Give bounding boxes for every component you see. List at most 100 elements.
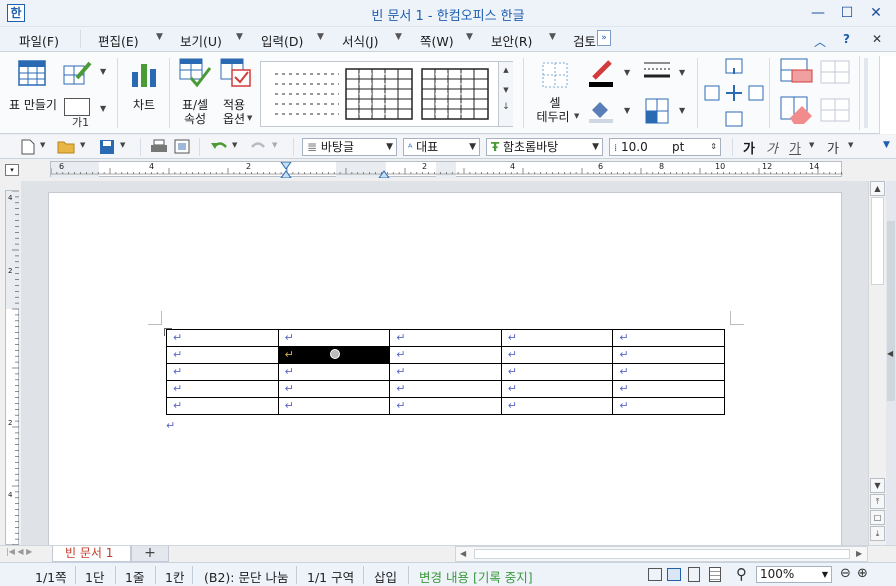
zoom-search-icon[interactable]: ⚲ <box>736 565 747 583</box>
menu-overflow-icon[interactable]: » <box>597 30 611 46</box>
prev-page-icon[interactable]: ⤒ <box>870 494 885 509</box>
outline-select[interactable]: ᴬ 대표 ▼ <box>403 138 480 156</box>
ruler-corner-icon[interactable]: ▾ <box>5 164 19 176</box>
scroll-right-icon[interactable]: ▶ <box>856 549 862 558</box>
scroll-thumb[interactable] <box>871 197 884 285</box>
minimize-icon[interactable]: — <box>804 3 832 23</box>
table-cell[interactable]: ↵ <box>612 397 725 415</box>
tab-scroll-left-icon[interactable]: |◀ ◀ ▶ <box>6 547 32 556</box>
chevron-down-icon[interactable]: ▼ <box>395 32 402 42</box>
document-tab[interactable]: 빈 문서 1 <box>52 546 131 562</box>
zoom-select[interactable]: 100% ▼ <box>756 566 832 583</box>
menu-file[interactable]: 파일(F) <box>19 31 59 50</box>
task-pane-edge[interactable]: ◀ <box>886 181 896 545</box>
menu-review[interactable]: 검토 <box>573 31 596 50</box>
table-cell[interactable]: ↵ <box>389 380 502 398</box>
table-cell[interactable]: ↵ <box>277 329 391 347</box>
scroll-down-icon[interactable]: ▼ <box>870 478 885 493</box>
vertical-scrollbar[interactable]: ▲ ▼ ⤒ □ ⤓ <box>868 181 885 545</box>
chevron-down-icon[interactable]: ▼ <box>317 32 324 42</box>
table-style-grid-2[interactable] <box>421 68 489 120</box>
table-cell[interactable]: ↵ <box>612 363 725 381</box>
status-page[interactable]: 1/1쪽 <box>35 567 67 586</box>
chevron-down-icon[interactable]: ▼ <box>236 32 243 42</box>
status-insert-mode[interactable]: 삽입 <box>374 567 397 586</box>
menu-edit[interactable]: 편집(E) <box>98 31 139 50</box>
font-size-input[interactable]: ⁞ 10.0 pt ⇕ <box>609 138 721 156</box>
menu-view[interactable]: 보기(U) <box>180 31 222 50</box>
style-select[interactable]: ≣ 바탕글 ▼ <box>302 138 397 156</box>
view-text-icon[interactable] <box>709 567 721 582</box>
table-cell[interactable]: ↵ <box>500 346 614 364</box>
table-cell[interactable]: ↵ <box>500 380 614 398</box>
table-cell[interactable]: ↵ <box>389 397 502 415</box>
table-cell[interactable]: ↵ <box>500 397 614 415</box>
chevron-down-icon[interactable]: ▼ <box>624 68 630 77</box>
chevron-down-icon[interactable]: ▼ <box>40 141 45 149</box>
zoom-out-icon[interactable]: ⊖ <box>840 566 851 581</box>
table-cell-props-button[interactable]: 표/셀 속성 <box>173 56 217 128</box>
vertical-ruler[interactable]: 4 2 2 4 <box>5 190 20 546</box>
horizontal-ruler[interactable]: 6 4 2 2 4 6 8 10 12 14 <box>50 161 843 179</box>
chevron-down-icon[interactable]: ▼ <box>156 32 163 42</box>
table-style-dashed[interactable] <box>273 68 341 120</box>
scroll-left-icon[interactable]: ◀ <box>460 549 466 558</box>
h-scroll-thumb[interactable] <box>474 549 850 559</box>
table-cell[interactable]: ↵ <box>166 346 279 364</box>
table-make-button[interactable]: 표 만들기 <box>8 56 58 128</box>
close-doc-icon[interactable]: ✕ <box>872 32 882 46</box>
table-cell[interactable]: ↵ <box>166 397 279 415</box>
chevron-down-icon[interactable]: ▼ <box>848 141 853 149</box>
chevron-down-icon[interactable]: ▼ <box>809 141 814 149</box>
chevron-down-icon[interactable]: ▼ <box>232 141 237 149</box>
table-cell[interactable]: ↵ <box>500 329 614 347</box>
border-color-pen-icon[interactable] <box>588 60 614 88</box>
print-icon[interactable] <box>150 139 168 155</box>
bold-icon[interactable]: 가 <box>743 138 755 157</box>
menu-page[interactable]: 쪽(W) <box>420 31 454 50</box>
gallery-scroll[interactable]: ▲ ▼ ↓ <box>498 62 513 126</box>
next-page-icon[interactable]: ⤓ <box>870 526 885 541</box>
save-icon[interactable] <box>99 139 115 155</box>
menu-format[interactable]: 서식(J) <box>342 31 378 50</box>
chevron-down-icon[interactable]: ▼ <box>549 32 556 42</box>
eraser-icon[interactable] <box>780 96 814 126</box>
table-cell[interactable]: ↵ <box>389 363 502 381</box>
cell-shade-icon[interactable] <box>645 98 669 124</box>
chevron-down-icon[interactable]: ▼ <box>120 141 125 149</box>
scroll-up-icon[interactable]: ▲ <box>870 181 885 196</box>
chevron-down-icon[interactable]: ▼ <box>80 141 85 149</box>
strike-icon[interactable]: 가 <box>827 138 839 157</box>
status-track-changes[interactable]: 변경 내용 [기록 중지] <box>419 567 533 586</box>
view-fit-page-icon[interactable] <box>688 567 700 582</box>
chart-button[interactable]: 차트 <box>122 56 166 128</box>
chevron-down-icon[interactable]: ▼ <box>100 104 106 113</box>
font-select[interactable]: Ŧ 함초롬바탕 ▼ <box>486 138 603 156</box>
view-normal-icon[interactable] <box>648 568 662 581</box>
table-cell[interactable]: ↵ <box>277 380 391 398</box>
add-tab-button[interactable]: + <box>131 546 169 562</box>
table-cell[interactable]: ↵ <box>500 363 614 381</box>
menu-security[interactable]: 보안(R) <box>491 31 532 50</box>
table-cell[interactable]: ↵ <box>166 329 279 347</box>
table-cell[interactable]: ↵ <box>612 380 725 398</box>
task-pane-arrow-icon[interactable]: ◀ <box>887 349 893 358</box>
apply-options-button[interactable]: 적용 옵션 ▼ <box>216 56 256 128</box>
gallery-up-icon[interactable]: ▲ <box>499 66 513 74</box>
delete-row-icon[interactable] <box>780 58 814 88</box>
horizontal-scrollbar[interactable]: ◀ ▶ <box>455 546 868 562</box>
document-table[interactable]: ↵ ↵ ↵ ↵ ↵ ↵ ↵ ↵ ↵ ↵ ↵ ↵ ↵ ↵ ↵ ↵ ↵ ↵ ↵ ↵ ↵ ↵ ↵ ↵ ↵ <box>166 329 725 415</box>
table-cell[interactable]: ↵ <box>277 397 391 415</box>
table-cell[interactable]: ↵ <box>166 380 279 398</box>
chevron-down-icon[interactable]: ▼ <box>679 106 685 115</box>
chevron-down-icon[interactable]: ▼ <box>100 67 106 76</box>
gallery-down-icon[interactable]: ▼ <box>499 86 513 94</box>
view-page-icon[interactable] <box>667 568 681 581</box>
table-style-grid[interactable] <box>345 68 413 120</box>
menu-insert[interactable]: 입력(D) <box>261 31 303 50</box>
open-folder-icon[interactable] <box>57 139 75 154</box>
gallery-expand-icon[interactable]: ↓ <box>499 102 513 112</box>
italic-icon[interactable]: 가 <box>766 138 778 157</box>
zoom-in-icon[interactable]: ⊕ <box>857 566 868 581</box>
table-cell[interactable]: ↵ <box>166 363 279 381</box>
